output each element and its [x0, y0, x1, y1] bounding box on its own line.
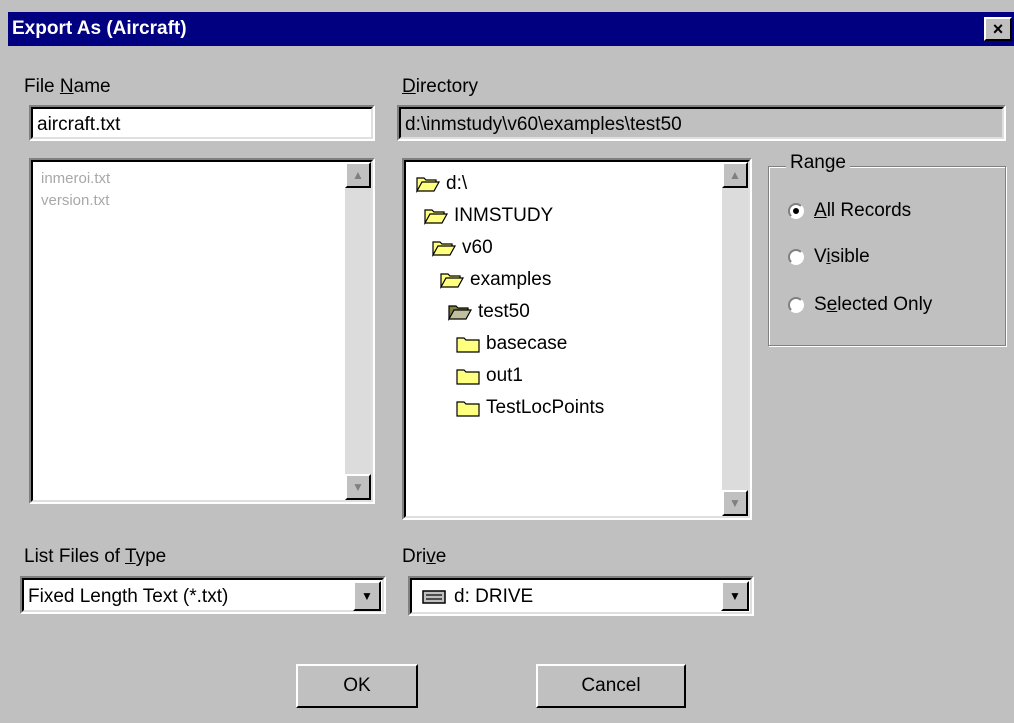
chevron-down-icon: ▼	[361, 589, 373, 603]
file-name-value: aircraft.txt	[37, 114, 121, 135]
directory-label: Directory	[402, 76, 479, 97]
drive-icon	[422, 590, 446, 604]
close-icon: ×	[992, 19, 1004, 39]
file-type-label: List Files of Type	[24, 546, 167, 567]
radio-all-records-label: All Records	[814, 200, 912, 221]
open-folder-icon	[424, 209, 448, 225]
open-folder-selected-icon	[448, 305, 472, 321]
scroll-up-button[interactable]: ▲	[722, 162, 748, 188]
radio-visible-label: Visible	[814, 246, 870, 267]
scroll-down-button[interactable]: ▼	[722, 490, 748, 516]
file-list-scrollbar[interactable]: ▲ ▼	[345, 162, 371, 500]
radio-visible-indicator[interactable]	[788, 249, 804, 265]
tree-item-examples[interactable]: examples	[440, 266, 551, 294]
radio-all-records[interactable]: All Records	[788, 200, 911, 222]
drive-value: d: DRIVE	[454, 586, 534, 607]
open-folder-icon	[416, 177, 440, 193]
cancel-button[interactable]: Cancel	[536, 664, 686, 708]
tree-item-test50[interactable]: test50	[448, 298, 530, 326]
tree-item-inmstudy[interactable]: INMSTUDY	[424, 202, 553, 230]
drive-dropdown-button[interactable]: ▼	[721, 581, 749, 611]
file-list[interactable]: inmeroi.txt version.txt ▲ ▼	[29, 158, 375, 504]
radio-selected-only-indicator[interactable]	[788, 297, 804, 313]
scroll-down-button[interactable]: ▼	[345, 474, 371, 500]
tree-item-v60[interactable]: v60	[432, 234, 493, 262]
open-folder-icon	[440, 273, 464, 289]
radio-all-records-indicator[interactable]	[788, 203, 804, 219]
tree-item-testlocpoints[interactable]: TestLocPoints	[456, 394, 604, 422]
folder-tree[interactable]: d:\ INMSTUDY v60 examples test50 basecas…	[402, 158, 752, 520]
scroll-up-icon: ▲	[352, 168, 364, 182]
closed-folder-icon	[456, 369, 480, 385]
open-folder-icon	[432, 241, 456, 257]
ok-button[interactable]: OK	[296, 664, 418, 708]
title-bar[interactable]: Export As (Aircraft) ×	[0, 0, 1014, 48]
drive-label: Drive	[402, 546, 447, 567]
closed-folder-icon	[456, 401, 480, 417]
window-title: Export As (Aircraft)	[12, 18, 187, 39]
tree-item-drive-root[interactable]: d:\	[416, 170, 467, 198]
file-type-value: Fixed Length Text (*.txt)	[28, 586, 229, 607]
scroll-up-icon: ▲	[729, 168, 741, 182]
folder-tree-scrollbar[interactable]: ▲ ▼	[722, 162, 748, 516]
closed-folder-icon	[456, 337, 480, 353]
file-name-label: File Name	[24, 76, 111, 97]
scroll-down-icon: ▼	[729, 496, 741, 510]
radio-selected-only-label: Selected Only	[814, 294, 933, 315]
directory-path: d:\inmstudy\v60\examples\test50	[405, 114, 682, 135]
radio-visible[interactable]: Visible	[788, 246, 870, 268]
file-list-item[interactable]: inmeroi.txt	[41, 170, 110, 187]
scroll-down-icon: ▼	[352, 480, 364, 494]
drive-select[interactable]: d: DRIVE ▼	[408, 576, 754, 616]
close-button[interactable]: ×	[984, 17, 1012, 41]
scroll-up-button[interactable]: ▲	[345, 162, 371, 188]
chevron-down-icon: ▼	[729, 589, 741, 603]
file-type-select[interactable]: Fixed Length Text (*.txt) ▼	[20, 576, 386, 614]
file-type-dropdown-button[interactable]: ▼	[353, 581, 381, 611]
directory-path-field: d:\inmstudy\v60\examples\test50	[397, 105, 1006, 141]
file-list-item[interactable]: version.txt	[41, 192, 109, 209]
tree-item-basecase[interactable]: basecase	[456, 330, 567, 358]
radio-selected-only[interactable]: Selected Only	[788, 294, 932, 316]
tree-item-out1[interactable]: out1	[456, 362, 523, 390]
range-group-title: Range	[786, 152, 850, 174]
file-name-input[interactable]: aircraft.txt	[29, 105, 375, 141]
